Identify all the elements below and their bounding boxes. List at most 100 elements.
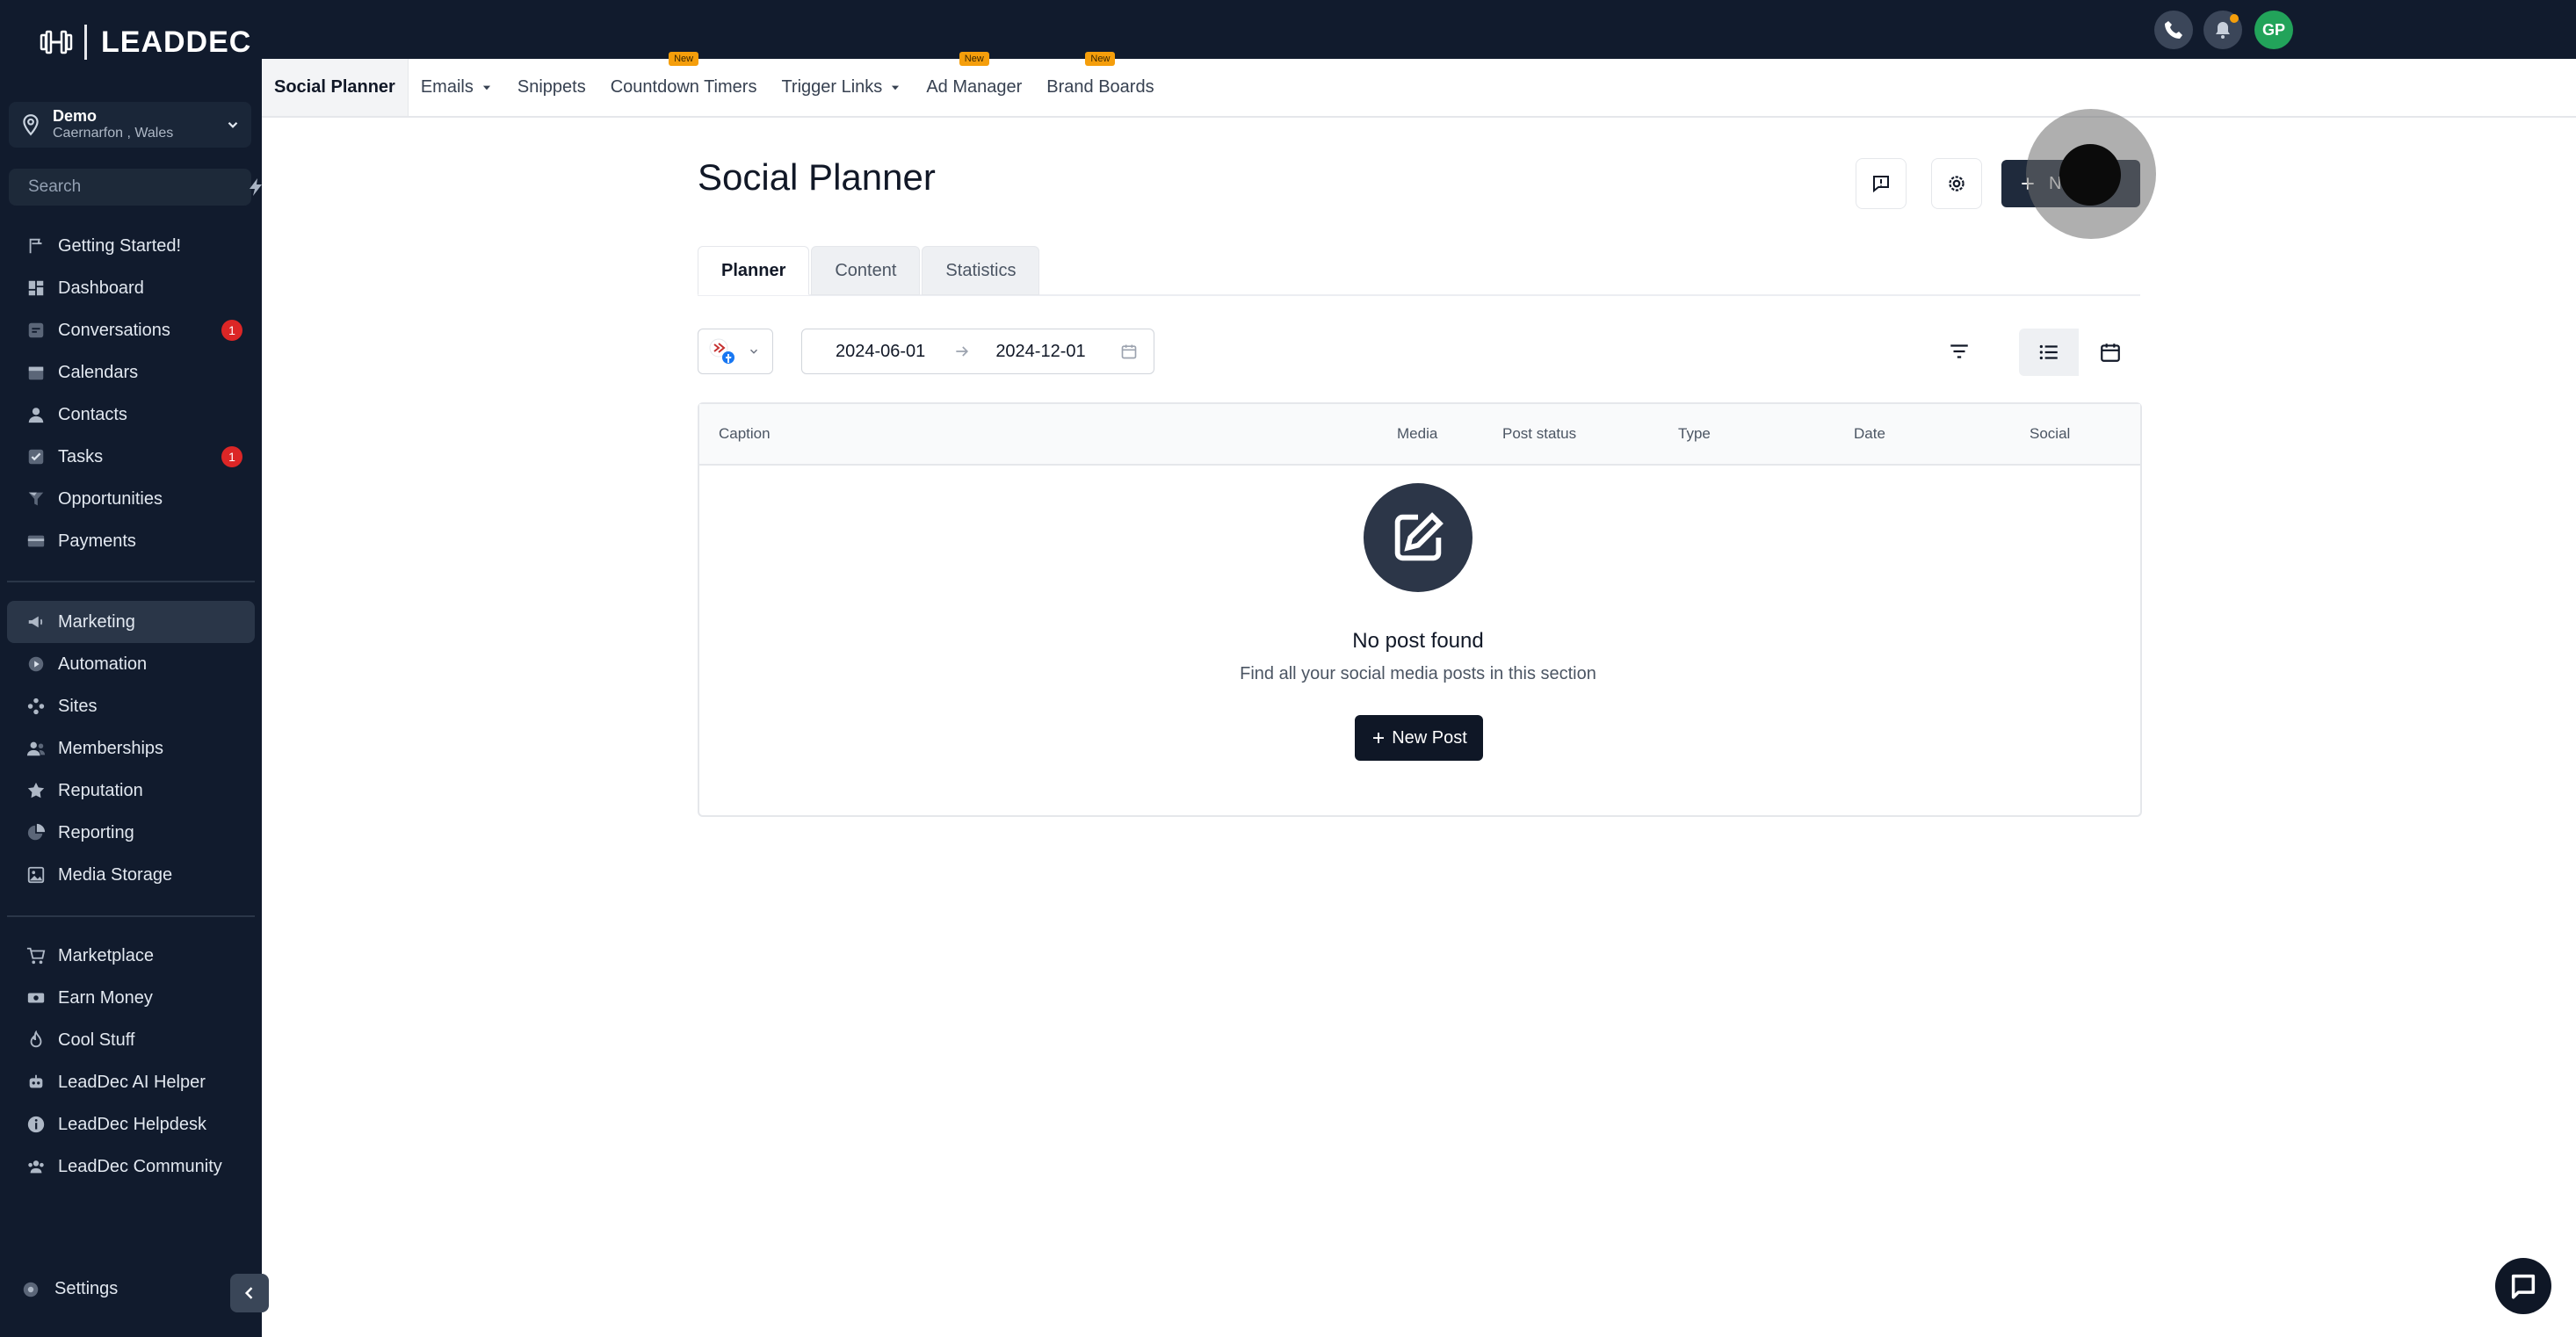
marketing-subnav: Social Planner Emails Snippets New Count… [262, 52, 2576, 118]
sidebar-item-memberships[interactable]: Memberships [0, 727, 262, 770]
social-account-picker[interactable] [698, 329, 773, 374]
new-badge: New [669, 52, 699, 66]
chevron-down-icon [482, 85, 490, 90]
empty-state-subtitle: Find all your social media posts in this… [1240, 664, 1596, 683]
plus-icon [2022, 177, 2034, 190]
user-avatar[interactable]: GP [2254, 11, 2293, 49]
location-address: Caernarfon , Wales [53, 126, 174, 141]
conversations-badge: 1 [221, 320, 242, 341]
sidebar-item-media-storage[interactable]: Media Storage [0, 854, 262, 896]
tab-content[interactable]: Content [811, 246, 921, 295]
page-title: Social Planner [698, 156, 936, 198]
brand-name: LEADDEC [101, 25, 252, 59]
arrow-right-icon [956, 346, 969, 357]
sidebar-item-dashboard[interactable]: Dashboard [0, 267, 262, 309]
sidebar-item-payments[interactable]: Payments [0, 520, 262, 562]
flag-icon [29, 238, 42, 254]
image-icon [27, 866, 45, 884]
location-switcher[interactable]: Demo Caernarfon , Wales [9, 102, 251, 148]
planner-tabs: Planner Content Statistics [698, 246, 2576, 295]
sidebar-item-marketing[interactable]: Marketing [7, 601, 255, 643]
calendar-icon [2101, 343, 2120, 362]
sidebar-item-reporting[interactable]: Reporting [0, 812, 262, 854]
sidebar-item-calendars[interactable]: Calendars [0, 351, 262, 394]
location-name: Demo [53, 107, 98, 126]
sidebar-item-tasks[interactable]: Tasks 1 [0, 436, 262, 478]
card-icon [27, 535, 45, 547]
sidebar-item-conversations[interactable]: Conversations 1 [0, 309, 262, 351]
settings-button[interactable] [1931, 158, 1982, 209]
tab-ad-manager[interactable]: New Ad Manager [914, 52, 1034, 116]
logo-divider [84, 25, 87, 60]
chevron-down-icon [749, 349, 758, 354]
tab-emails[interactable]: Emails [409, 59, 505, 116]
phone-icon [2165, 21, 2182, 39]
sidebar-item-marketplace[interactable]: Marketplace [0, 935, 262, 977]
lightning-icon [250, 178, 262, 196]
tab-brand-boards[interactable]: New Brand Boards [1034, 52, 1166, 116]
sidebar-item-helpdesk[interactable]: LeadDec Helpdesk [0, 1103, 262, 1145]
tab-planner[interactable]: Planner [698, 246, 810, 295]
column-date: Date [1854, 425, 1885, 442]
star-icon [27, 782, 45, 799]
tasks-badge: 1 [221, 446, 242, 467]
sidebar-item-ai-helper[interactable]: LeadDec AI Helper [0, 1061, 262, 1103]
new-post-button[interactable]: New Post [1355, 715, 1483, 761]
sidebar-item-earn-money[interactable]: Earn Money [0, 977, 262, 1019]
chat-bubble-icon [2511, 1274, 2536, 1299]
new-badge: New [959, 52, 989, 66]
gear-icon [23, 1282, 39, 1297]
users-icon [26, 741, 46, 756]
filter-button[interactable] [1936, 329, 1982, 374]
money-icon [27, 993, 45, 1003]
robot-icon [29, 1074, 43, 1088]
calendar-icon [28, 366, 44, 380]
sidebar-item-contacts[interactable]: Contacts [0, 394, 262, 436]
chevron-down-icon [892, 85, 900, 90]
date-range-picker[interactable]: 2024-06-01 2024-12-01 [801, 329, 1154, 374]
brand-logo[interactable]: LEADDEC [39, 25, 251, 60]
sidebar-item-community[interactable]: LeadDec Community [0, 1145, 262, 1188]
sidebar-nav-tools: Marketing Automation Sites Memberships R… [0, 601, 262, 896]
search-input[interactable] [26, 177, 245, 198]
cart-icon [26, 947, 46, 965]
community-icon [28, 1160, 44, 1174]
quick-actions-button[interactable] [245, 174, 266, 200]
sidebar-item-getting-started[interactable]: Getting Started! [0, 225, 262, 267]
start-date: 2024-06-01 [836, 341, 926, 361]
list-view-button[interactable] [2019, 329, 2079, 376]
sidebar-item-sites[interactable]: Sites [0, 685, 262, 727]
sidebar-item-automation[interactable]: Automation [0, 643, 262, 685]
chat-widget-button[interactable] [2495, 1258, 2551, 1314]
dumbbell-logo-icon [40, 30, 73, 54]
sidebar-nav-extras: Marketplace Earn Money Cool Stuff LeadDe… [0, 935, 262, 1188]
phone-button[interactable] [2154, 11, 2193, 49]
tab-statistics[interactable]: Statistics [922, 246, 1040, 295]
tab-countdown-timers[interactable]: New Countdown Timers [598, 52, 770, 116]
sidebar-item-cool-stuff[interactable]: Cool Stuff [0, 1019, 262, 1061]
feedback-button[interactable] [1856, 158, 1907, 209]
calendar-view-button[interactable] [2080, 329, 2140, 376]
edit-icon [1394, 512, 1444, 561]
sidebar-item-reputation[interactable]: Reputation [0, 770, 262, 812]
collapse-sidebar-button[interactable] [230, 1274, 269, 1312]
sidebar-divider [7, 581, 255, 582]
tab-social-planner[interactable]: Social Planner [262, 59, 409, 116]
sidebar: LEADDEC Demo Caernarfon , Wales Gett [0, 0, 269, 1337]
notifications-button[interactable] [2203, 11, 2242, 49]
column-media: Media [1397, 425, 1438, 442]
chevron-down-icon [228, 121, 238, 128]
chat-icon [28, 322, 44, 338]
bell-icon [2216, 22, 2230, 39]
megaphone-icon [28, 616, 43, 628]
column-post-status: Post status [1502, 425, 1577, 442]
pie-chart-icon [27, 823, 46, 841]
new-post-header-button[interactable]: N [2001, 160, 2140, 207]
sidebar-item-settings[interactable]: Settings [21, 1279, 118, 1299]
filter-funnel-icon [28, 492, 44, 506]
tab-snippets[interactable]: Snippets [505, 59, 598, 116]
calendar-icon [1121, 344, 1137, 359]
sidebar-item-opportunities[interactable]: Opportunities [0, 478, 262, 520]
gear-icon [1949, 176, 1965, 192]
tab-trigger-links[interactable]: Trigger Links [769, 59, 914, 116]
